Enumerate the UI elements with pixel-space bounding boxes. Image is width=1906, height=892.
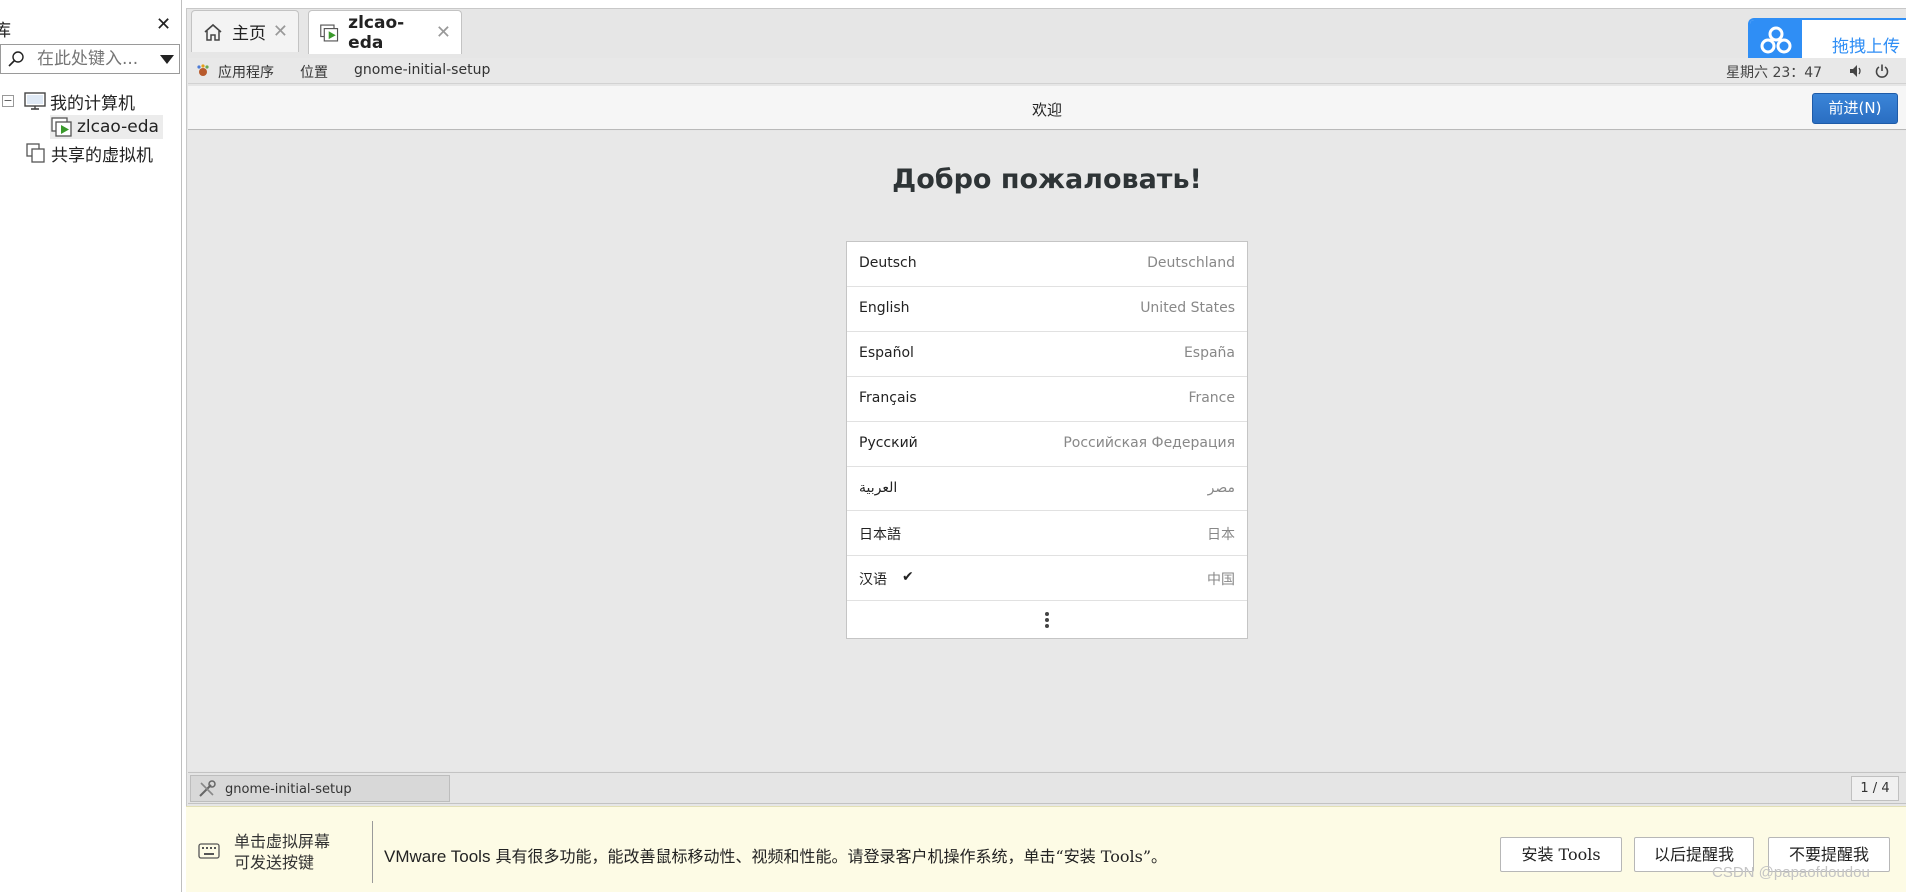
setup-tools-icon: [199, 780, 216, 797]
tree-item-label: 共享的虚拟机: [51, 145, 153, 166]
next-button[interactable]: 前进(N): [1812, 93, 1898, 124]
app-menu[interactable]: gnome-initial-setup: [354, 62, 490, 78]
search-icon: [8, 51, 24, 67]
language-name: Русский: [859, 435, 918, 451]
baidu-cloud-icon: [1750, 20, 1802, 62]
language-name: 汉语: [859, 572, 887, 588]
library-panel: 库 ✕ − 我的计算机 zlcao-eda 共享的虚拟机: [0, 0, 182, 892]
more-languages-button[interactable]: [847, 602, 1247, 638]
language-name: العربية: [859, 480, 898, 496]
workspace-pager[interactable]: 1 / 4: [1851, 776, 1899, 801]
tab-zlcao-eda[interactable]: zlcao-eda ✕: [308, 10, 462, 54]
tab-label: 主页: [232, 24, 266, 44]
guest-taskbar: gnome-initial-setup 1 / 4: [188, 772, 1906, 804]
upload-label: 拖拽上传: [1832, 37, 1900, 57]
vm-running-icon: [51, 117, 72, 137]
language-country: 日本: [1207, 527, 1235, 543]
language-row-chinese[interactable]: 汉语 ✔ 中国: [847, 556, 1247, 601]
tree-item-my-computer[interactable]: − 我的计算机: [2, 89, 135, 114]
language-name: English: [859, 300, 910, 316]
language-country: مصر: [1207, 480, 1235, 496]
close-tab-icon[interactable]: ✕: [273, 21, 288, 42]
library-title: 库: [0, 21, 11, 41]
shared-vms-icon: [26, 143, 45, 163]
keyboard-hint-line: 可发送按键: [234, 853, 315, 872]
vmware-tools-notification: 单击虚拟屏幕 可发送按键 VMware Tools 具有很多功能，能改善鼠标移动…: [186, 806, 1906, 892]
language-country: España: [1183, 345, 1235, 361]
language-country: France: [1188, 390, 1235, 406]
language-name: Deutsch: [859, 255, 917, 271]
language-row-russian[interactable]: Русский Российская Федерация: [847, 422, 1247, 467]
keyboard-hint-line: 单击虚拟屏幕: [234, 832, 331, 851]
power-icon[interactable]: [1874, 63, 1890, 79]
guest-top-bar: 应用程序 位置 gnome-initial-setup 星期六 23：47: [188, 58, 1906, 84]
setup-page-title: 欢迎: [1031, 101, 1062, 119]
taskbar-window-label: gnome-initial-setup: [225, 782, 352, 797]
close-tab-icon[interactable]: ✕: [436, 22, 451, 43]
welcome-page: Добро пожаловать! Deutsch Deutschland En…: [188, 131, 1906, 771]
tab-label: zlcao-eda: [348, 12, 405, 53]
keyboard-icon: [198, 843, 220, 859]
install-tools-button[interactable]: 安装 Tools: [1500, 837, 1622, 872]
notice-text: 具有很多功能，能改善鼠标移动性、视频和性能。请登录客户机操作系统，单击“安装 T…: [490, 847, 1168, 866]
tree-item-label: 我的计算机: [50, 93, 135, 114]
language-country: United States: [1140, 300, 1235, 316]
library-header: 库 ✕: [0, 12, 180, 42]
language-name: 日本語: [859, 527, 901, 543]
tree-item-zlcao-eda[interactable]: zlcao-eda: [50, 115, 163, 139]
more-vertical-icon: [1045, 612, 1049, 630]
language-row-espanol[interactable]: Español España: [847, 332, 1247, 377]
tab-home[interactable]: 主页 ✕: [191, 10, 299, 52]
welcome-heading: Добро пожаловать!: [892, 164, 1202, 195]
vm-running-icon: [320, 23, 339, 42]
selected-check-icon: ✔: [902, 569, 914, 585]
computer-icon: [24, 92, 46, 110]
collapse-toggle-icon[interactable]: −: [2, 95, 14, 107]
language-name: Español: [859, 345, 914, 361]
search-dropdown-icon[interactable]: [160, 55, 174, 64]
tree-item-shared-vms[interactable]: 共享的虚拟机: [24, 141, 153, 166]
notice-divider: [372, 821, 373, 883]
keyboard-hint: 单击虚拟屏幕 可发送按键: [234, 831, 330, 873]
notice-product: VMware Tools: [384, 847, 491, 866]
language-row-english[interactable]: English United States: [847, 287, 1247, 332]
library-search: [0, 44, 180, 74]
watermark: CSDN @papaofdoudou: [1712, 864, 1870, 881]
applications-menu[interactable]: 应用程序: [218, 62, 274, 82]
tree-item-label: zlcao-eda: [77, 117, 159, 137]
language-country: Российская Федерация: [1063, 435, 1235, 451]
language-row-japanese[interactable]: 日本語 日本: [847, 511, 1247, 556]
clock[interactable]: 星期六 23：47: [1726, 62, 1822, 82]
gnome-foot-icon: [197, 64, 209, 76]
language-row-deutsch[interactable]: Deutsch Deutschland: [847, 242, 1247, 287]
taskbar-window-button[interactable]: gnome-initial-setup: [190, 775, 450, 802]
language-list: Deutsch Deutschland English United State…: [846, 241, 1248, 639]
language-row-arabic[interactable]: العربية مصر: [847, 467, 1247, 511]
language-name: Français: [859, 390, 917, 406]
language-country: Deutschland: [1147, 255, 1235, 271]
home-icon: [204, 23, 222, 41]
language-row-francais[interactable]: Français France: [847, 377, 1247, 422]
volume-icon[interactable]: [1848, 63, 1864, 79]
places-menu[interactable]: 位置: [300, 62, 328, 82]
library-search-input[interactable]: [37, 48, 153, 70]
close-library-icon[interactable]: ✕: [156, 14, 171, 35]
notice-message: VMware Tools 具有很多功能，能改善鼠标移动性、视频和性能。请登录客户…: [384, 843, 1167, 867]
language-country: 中国: [1207, 572, 1235, 588]
setup-header-bar: 欢迎 前进(N): [188, 86, 1906, 130]
